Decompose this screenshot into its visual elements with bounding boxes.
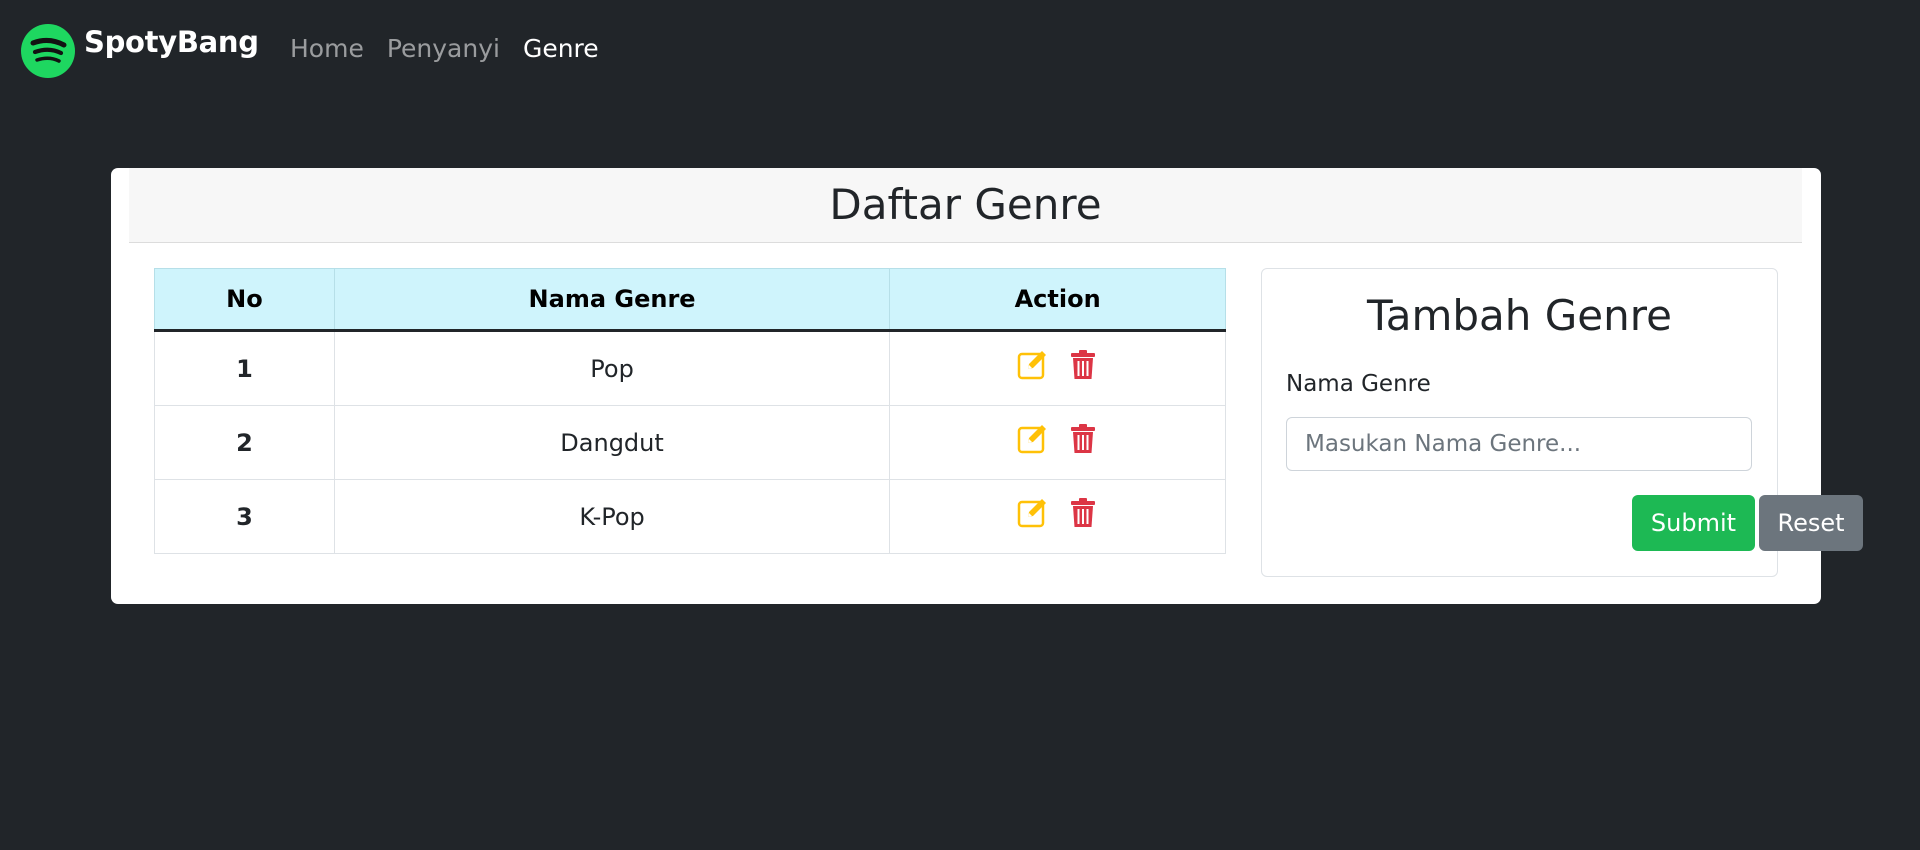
row-number: 2 [154, 405, 335, 480]
header-action: Action [889, 268, 1226, 332]
brand[interactable]: SpotyBang [20, 23, 259, 79]
submit-button[interactable]: Submit [1632, 495, 1755, 551]
table-row: 3 K-Pop [154, 479, 1226, 554]
form-title: Tambah Genre [1367, 291, 1672, 340]
row-number: 3 [154, 479, 335, 554]
nav-link-penyanyi[interactable]: Penyanyi [387, 34, 500, 63]
navbar: SpotyBang Home Penyanyi Genre [0, 0, 1920, 100]
header-no: No [154, 268, 335, 332]
nav-link-home[interactable]: Home [290, 34, 364, 63]
trash-icon[interactable] [1067, 422, 1099, 454]
genre-name: Pop [333, 330, 891, 406]
table-row: 2 Dangdut [154, 405, 1226, 480]
nama-genre-label: Nama Genre [1286, 371, 1431, 397]
genre-name: K-Pop [333, 479, 891, 554]
table-header-row: No Nama Genre Action [154, 268, 1226, 332]
genre-name: Dangdut [333, 405, 891, 480]
nama-genre-input[interactable] [1286, 417, 1752, 471]
genre-card: Daftar Genre No Nama Genre Action 1 Pop [111, 168, 1863, 604]
row-number: 1 [154, 330, 335, 406]
brand-name[interactable]: SpotyBang [84, 25, 259, 59]
table-row: 1 Pop [154, 330, 1226, 406]
trash-icon[interactable] [1067, 496, 1099, 528]
edit-icon[interactable] [1017, 422, 1049, 454]
edit-icon[interactable] [1017, 496, 1049, 528]
nav-links: Home Penyanyi Genre [290, 34, 622, 63]
page-title: Daftar Genre [829, 180, 1102, 229]
header-nama-genre: Nama Genre [333, 268, 891, 332]
nav-link-genre[interactable]: Genre [523, 34, 599, 63]
row-actions [889, 405, 1226, 480]
add-genre-form: Tambah Genre Nama Genre Submit Reset [1261, 268, 1863, 577]
reset-button[interactable]: Reset [1759, 495, 1863, 551]
card-header: Daftar Genre [129, 168, 1802, 243]
row-actions [889, 330, 1226, 406]
genre-table: No Nama Genre Action 1 Pop 2 Dangdut 3 K… [154, 268, 1226, 554]
row-actions [889, 479, 1226, 554]
spotify-logo-icon [21, 24, 75, 78]
trash-icon[interactable] [1067, 348, 1099, 380]
edit-icon[interactable] [1017, 348, 1049, 380]
